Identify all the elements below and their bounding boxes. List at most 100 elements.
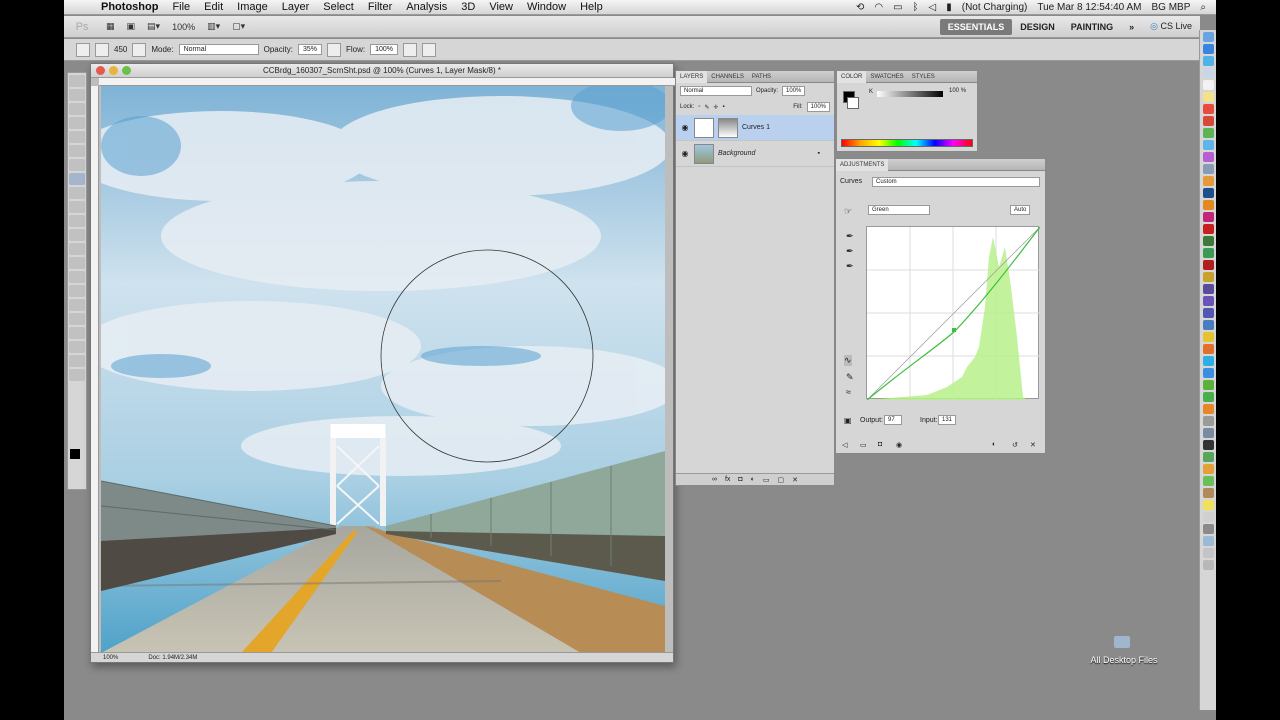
3d-rotate-tool-icon[interactable] [69,327,85,339]
pressure-size-icon[interactable] [421,42,436,57]
after-effects-icon[interactable] [1202,296,1214,306]
bridge-dock-icon[interactable] [1202,236,1214,246]
tab-layers[interactable]: LAYERS [676,70,708,83]
eraser-tool-icon[interactable] [69,215,85,227]
menu-3d[interactable]: 3D [454,1,482,13]
folder-icon[interactable] [1114,636,1130,648]
visibility-eye-icon[interactable]: ◉ [680,149,690,158]
indesign-icon[interactable] [1202,212,1214,222]
layer-style-icon[interactable]: fx [725,476,730,483]
zoom-button[interactable] [122,66,131,75]
dodge-tool-icon[interactable] [69,257,85,269]
lock-pixels-icon[interactable]: ✎ [704,104,709,111]
mode-select[interactable]: Normal [178,44,259,55]
horizontal-ruler[interactable] [99,78,675,86]
quick-selection-tool-icon[interactable] [69,117,85,129]
contacts-icon[interactable] [1202,488,1214,498]
tool-preset-icon[interactable] [76,42,90,57]
marquee-tool-icon[interactable] [69,89,85,101]
screen-mode-icon[interactable]: ▢▾ [226,21,251,32]
notes-icon[interactable] [1202,92,1214,102]
history-brush-tool-icon[interactable] [69,201,85,213]
font-book-icon[interactable] [1202,512,1214,522]
canvas[interactable] [101,86,665,653]
downloads-stack-icon[interactable] [1202,536,1214,546]
gradient-tool-icon[interactable] [69,229,85,241]
skype-icon[interactable] [1202,356,1214,366]
reminders-icon[interactable] [1202,104,1214,114]
flash-icon[interactable] [1202,260,1214,270]
finder-icon[interactable] [1202,32,1214,42]
minimize-button[interactable] [109,66,118,75]
zoom-tool-icon[interactable] [69,369,85,381]
eyedropper-tool-icon[interactable] [69,145,85,157]
user-name[interactable]: BG MBP [1151,2,1190,13]
type-tool-icon[interactable] [69,285,85,297]
input-field[interactable]: 131 [938,415,956,425]
color-spectrum[interactable] [841,139,973,147]
tab-color[interactable]: COLOR [837,70,867,83]
zoom-level-select[interactable]: 100% [166,22,201,32]
maps-icon[interactable] [1202,476,1214,486]
previous-state-icon[interactable]: ◐ [992,441,996,448]
mini-bridge-icon[interactable]: ▣ [121,21,142,32]
clock[interactable]: Tue Mar 8 12:54:40 AM [1037,2,1141,13]
lock-transparent-icon[interactable]: ▫ [698,104,700,110]
acrobat-icon[interactable] [1202,224,1214,234]
arrange-documents-icon[interactable]: ▥▾ [201,21,226,32]
terminal-icon[interactable] [1202,440,1214,450]
opacity-field[interactable]: 35% [297,44,322,55]
black-point-eyedropper-icon[interactable]: ✒ [846,231,854,242]
channel-select[interactable]: Green [868,205,930,215]
tab-channels[interactable]: CHANNELS [707,74,748,80]
menu-image[interactable]: Image [230,1,275,13]
crop-tool-icon[interactable] [69,131,85,143]
menu-help[interactable]: Help [573,1,610,13]
battery-icon[interactable]: ▮ [946,2,952,13]
toggle-visibility-icon[interactable]: ◉ [896,441,902,449]
background-swatch[interactable] [847,97,859,109]
workspace-essentials[interactable]: ESSENTIALS [939,18,1013,35]
bridge-icon[interactable]: ▦ [100,21,121,32]
white-point-eyedropper-icon[interactable]: ✒ [846,261,854,272]
smooth-curve-icon[interactable]: ≈ [846,387,851,397]
new-adjustment-icon[interactable]: ◐ [751,476,755,483]
delete-adjustment-icon[interactable]: ✕ [1030,441,1036,449]
expanded-view-icon[interactable]: ▭ [860,441,867,449]
new-layer-icon[interactable]: ▢ [778,476,785,484]
status-doc-info[interactable]: Doc: 1.94M/2.34M [148,655,197,661]
media-encoder-icon[interactable] [1202,284,1214,294]
output-field[interactable]: 97 [884,415,902,425]
mail-icon[interactable] [1202,68,1214,78]
safari-icon[interactable] [1202,56,1214,66]
workspace-painting[interactable]: PAINTING [1063,19,1121,35]
fill-field[interactable]: 100% [806,102,830,112]
layer-row-background[interactable]: ◉ Background ▪ [676,141,834,167]
menu-edit[interactable]: Edit [197,1,230,13]
calendar-icon[interactable] [1202,80,1214,90]
background-thumbnail[interactable] [694,143,714,164]
3d-orbit-tool-icon[interactable] [69,341,85,353]
airbrush-icon[interactable] [402,42,417,57]
auto-button[interactable]: Auto [1010,205,1031,215]
illustrator-icon[interactable] [1202,200,1214,210]
tab-paths[interactable]: PATHS [748,74,775,80]
pen-tool-icon[interactable] [69,271,85,283]
visibility-eye-icon[interactable]: ◉ [680,123,690,132]
k-slider[interactable] [877,91,943,97]
pressure-opacity-icon[interactable] [326,42,341,57]
menu-window[interactable]: Window [520,1,573,13]
firefox-icon[interactable] [1202,344,1214,354]
close-button[interactable] [96,66,105,75]
spotlight-icon[interactable]: ⌕ [1200,2,1206,13]
menu-file[interactable]: File [165,1,197,13]
trash-icon[interactable] [1202,560,1214,570]
tab-swatches[interactable]: SWATCHES [866,74,907,80]
path-selection-tool-icon[interactable] [69,299,85,311]
evernote-icon[interactable] [1202,380,1214,390]
brush-preset-icon[interactable] [95,42,109,57]
dropbox-icon[interactable] [1202,368,1214,378]
menu-select[interactable]: Select [316,1,361,13]
messages-icon[interactable] [1202,140,1214,150]
healing-brush-tool-icon[interactable] [69,159,85,171]
